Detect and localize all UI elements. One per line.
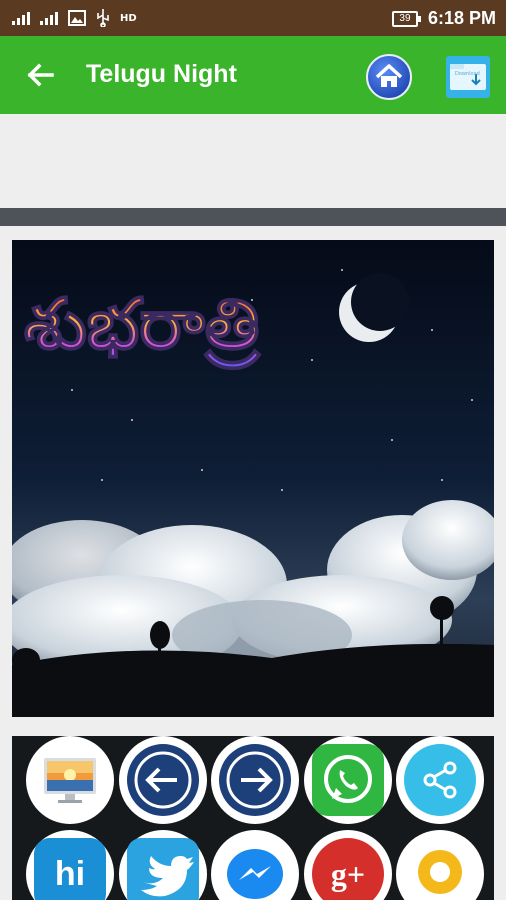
share-icon	[423, 761, 457, 799]
home-icon	[375, 64, 403, 87]
app-bar: Telugu Night Download	[0, 36, 506, 114]
whatsapp-button[interactable]	[304, 736, 392, 824]
next-button[interactable]	[211, 736, 299, 824]
arrow-left-icon	[27, 63, 54, 87]
google-plus-button[interactable]: g+	[304, 830, 392, 900]
allo-icon	[418, 850, 462, 894]
night-scene-illustration: శుభరాత్రి	[12, 240, 494, 717]
share-button[interactable]	[396, 736, 484, 824]
share-panel: hi g+	[12, 736, 494, 900]
ad-area	[0, 114, 506, 208]
hike-icon: hi	[54, 854, 86, 893]
google-plus-icon: g+	[330, 855, 366, 892]
signal-2-icon	[40, 11, 58, 25]
home-button[interactable]	[366, 54, 412, 100]
usb-icon	[97, 9, 109, 27]
divider-bar	[0, 208, 506, 226]
previous-button[interactable]	[119, 736, 207, 824]
download-folder-icon: Download	[450, 64, 486, 90]
battery-icon: 39	[391, 10, 421, 27]
monitor-sunset-icon	[44, 758, 96, 803]
whatsapp-icon	[324, 755, 372, 803]
clock: 6:18 PM	[427, 8, 496, 28]
download-button[interactable]: Download	[446, 56, 490, 98]
page-title: Telugu Night	[86, 60, 237, 88]
allo-button[interactable]	[396, 830, 484, 900]
signal-1-icon	[12, 11, 30, 25]
arrow-right-circle-icon	[226, 751, 284, 809]
gallery-icon	[68, 10, 86, 26]
arrow-left-circle-icon	[134, 751, 192, 809]
messenger-button[interactable]	[211, 830, 299, 900]
hd-indicator: HD	[120, 12, 137, 24]
status-bar: HD 39 6:18 PM	[0, 0, 506, 36]
download-caption: Download	[455, 71, 480, 77]
set-wallpaper-button[interactable]	[26, 736, 114, 824]
back-button[interactable]	[24, 58, 58, 92]
twitter-icon	[141, 856, 194, 897]
battery-level: 39	[399, 12, 411, 24]
hike-button[interactable]: hi	[26, 830, 114, 900]
good-night-image[interactable]: శుభరాత్రి	[12, 240, 494, 717]
status-icons-left: HD	[12, 9, 137, 27]
telugu-greeting-text: శుభరాత్రి	[24, 283, 262, 370]
messenger-icon	[227, 849, 283, 899]
twitter-button[interactable]	[119, 830, 207, 900]
